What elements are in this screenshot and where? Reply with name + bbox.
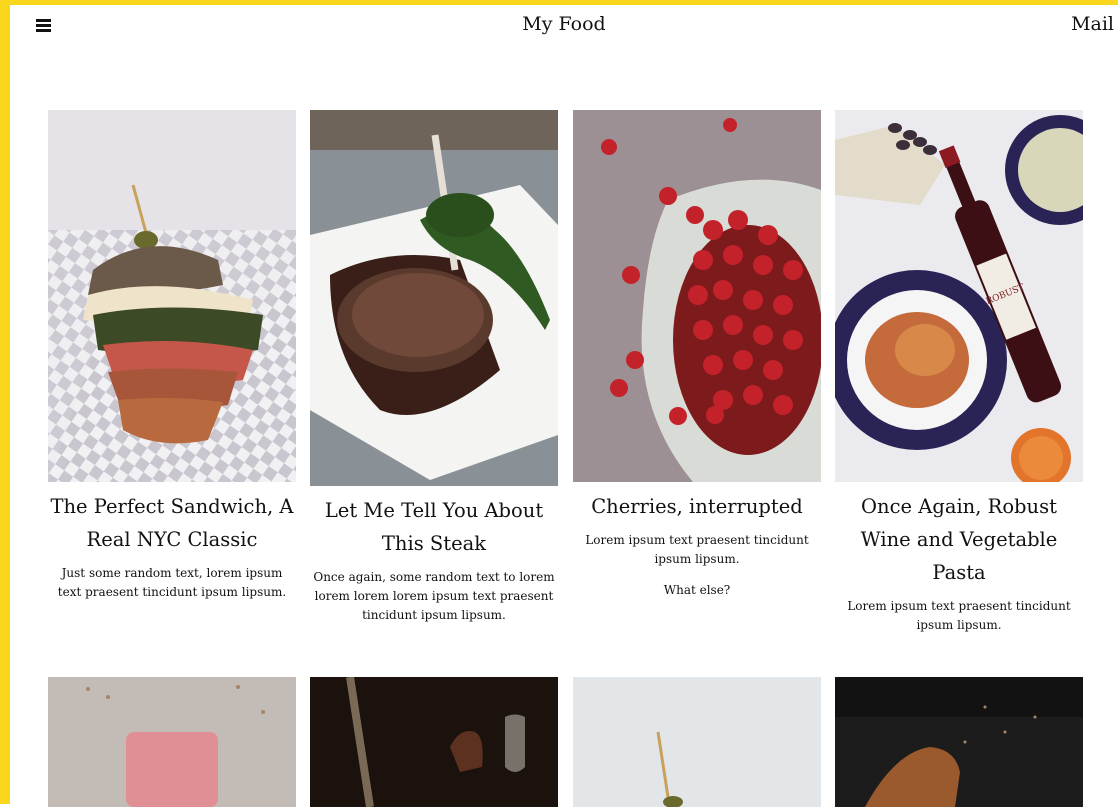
card-extra-text: What else? — [663, 583, 731, 597]
mail-link[interactable]: Mail — [1071, 13, 1114, 35]
card-cherries: Cherries, interrupted Lorem ipsum text p… — [573, 110, 821, 600]
steak-photo[interactable] — [310, 110, 558, 486]
card-description: Just some random text, lorem ipsum text … — [57, 566, 287, 599]
card-description: Once again, some random text to lorem lo… — [313, 570, 555, 622]
wine-pasta-photo[interactable]: ROBUST — [835, 110, 1083, 482]
sandwich-photo-2[interactable] — [573, 677, 821, 807]
site-title: My Food — [522, 13, 606, 35]
left-border — [0, 0, 10, 804]
card-wine-pasta: ROBUST Once Again, Robust Wine and Veget… — [835, 110, 1083, 635]
card-sandwich: The Perfect Sandwich, A Real NYC Classic… — [48, 110, 296, 602]
cake-photo[interactable] — [48, 677, 296, 807]
card-title[interactable]: Cherries, interrupted — [573, 490, 821, 523]
card-title[interactable]: Once Again, Robust Wine and Vegetable Pa… — [835, 490, 1083, 589]
wine-glasses-photo[interactable] — [310, 677, 558, 807]
sandwich-photo[interactable] — [48, 110, 296, 482]
card-description: Lorem ipsum text praesent tincidunt ipsu… — [585, 533, 809, 566]
top-bar: My Food Mail — [10, 5, 1118, 45]
croissant-photo[interactable] — [835, 677, 1083, 807]
card-description: Lorem ipsum text praesent tincidunt ipsu… — [847, 599, 1071, 632]
card-title[interactable]: Let Me Tell You About This Steak — [310, 494, 558, 560]
cherries-photo[interactable] — [573, 110, 821, 482]
card-title[interactable]: The Perfect Sandwich, A Real NYC Classic — [48, 490, 296, 556]
card-steak: Let Me Tell You About This Steak Once ag… — [310, 110, 558, 625]
